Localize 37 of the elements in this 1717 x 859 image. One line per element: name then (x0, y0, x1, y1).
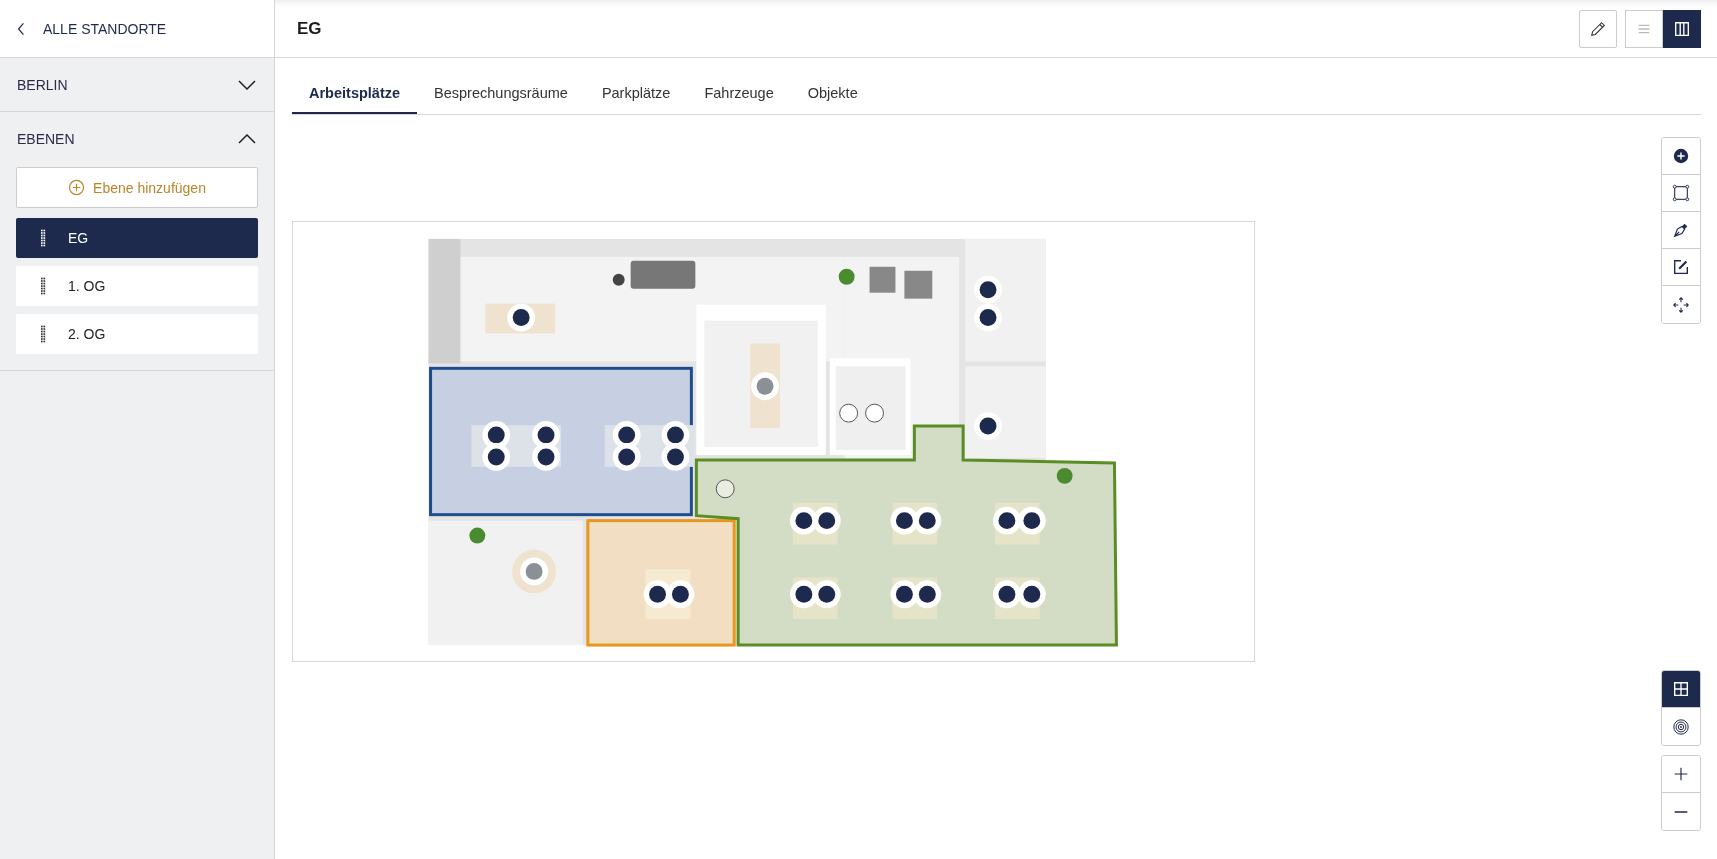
map-view-button[interactable] (1663, 9, 1701, 48)
level-item[interactable]: 1. OG (16, 266, 258, 306)
section-title: EBENEN (17, 130, 75, 147)
section-header[interactable]: BERLIN (0, 58, 274, 111)
level-item[interactable]: EG (16, 218, 258, 258)
map-icon (1673, 19, 1691, 38)
drag-handle-icon[interactable] (41, 277, 46, 295)
target-icon (1672, 717, 1690, 736)
tab[interactable]: Objekte (790, 75, 875, 114)
zoom-in-button[interactable] (1662, 756, 1700, 793)
grid-layer-button[interactable] (1662, 671, 1700, 708)
plus-circle-icon (1672, 147, 1690, 165)
move-arrows-icon (1672, 295, 1690, 314)
tab[interactable]: Arbeitsplätze (292, 75, 418, 114)
pencil-icon (1589, 19, 1607, 38)
back-link[interactable]: ALLE STANDORTE (43, 20, 167, 37)
tab[interactable]: Besprechungsräume (417, 75, 585, 114)
chevron-icon (238, 79, 256, 90)
plus-circle-icon (68, 179, 86, 196)
rectangle-icon (1672, 184, 1690, 202)
plus-icon (1672, 765, 1690, 783)
page-title: EG (297, 18, 322, 39)
pen-nib-icon (1672, 221, 1690, 239)
back-chevron-icon[interactable] (17, 21, 25, 36)
grid-icon (1672, 680, 1690, 698)
tab[interactable]: Parkplätze (584, 75, 688, 114)
section-header[interactable]: EBENEN (0, 112, 274, 165)
edit-button[interactable] (1579, 9, 1617, 48)
drag-handle-icon[interactable] (41, 229, 46, 247)
chevron-icon (238, 133, 256, 144)
section-title: BERLIN (17, 76, 68, 93)
tab[interactable]: Fahrzeuge (687, 75, 791, 114)
drag-handle-icon[interactable] (41, 325, 46, 343)
add-icon-button[interactable] (1662, 138, 1700, 175)
minus-icon (1672, 810, 1690, 813)
level-item[interactable]: 2. OG (16, 314, 258, 354)
edit-icon (1672, 258, 1690, 276)
